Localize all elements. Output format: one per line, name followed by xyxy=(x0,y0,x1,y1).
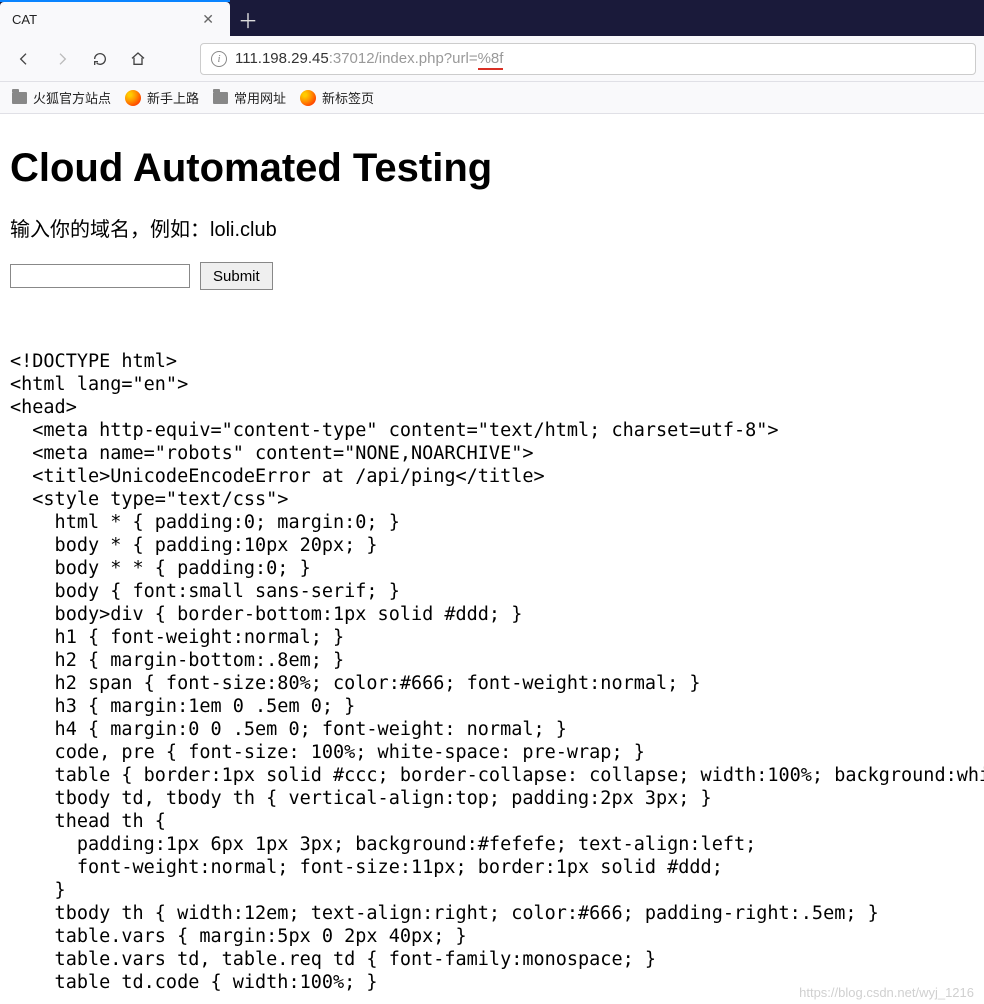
firefox-icon xyxy=(125,90,141,106)
bookmark-label: 常用网址 xyxy=(234,88,286,107)
bookmark-label: 火狐官方站点 xyxy=(33,88,111,107)
active-tab-accent xyxy=(0,0,230,2)
forward-button[interactable] xyxy=(46,43,78,75)
home-button[interactable] xyxy=(122,43,154,75)
bookmark-item-3[interactable]: 新标签页 xyxy=(300,88,374,107)
url-text: 111.198.29.45:37012/index.php?url=%8f xyxy=(235,50,965,67)
browser-chrome: CAT ✕ ＋ i 111.198.29.45:37012/index.php?… xyxy=(0,0,984,114)
page-title: Cloud Automated Testing xyxy=(10,146,974,191)
url-path: :37012/index.php?url= xyxy=(329,50,478,67)
bookmarks-bar: 火狐官方站点 新手上路 常用网址 新标签页 xyxy=(0,82,984,114)
submit-button[interactable]: Submit xyxy=(200,262,273,290)
info-icon[interactable]: i xyxy=(211,51,227,67)
tab-strip: CAT ✕ ＋ xyxy=(0,0,984,36)
bookmark-item-2[interactable]: 常用网址 xyxy=(213,88,286,107)
bookmark-item-1[interactable]: 新手上路 xyxy=(125,88,199,107)
bookmark-label: 新手上路 xyxy=(147,88,199,107)
domain-prompt: 输入你的域名，例如：loli.club xyxy=(10,213,974,242)
close-icon[interactable]: ✕ xyxy=(198,9,218,30)
back-button[interactable] xyxy=(8,43,40,75)
folder-icon xyxy=(213,92,228,104)
firefox-icon xyxy=(300,90,316,106)
reload-button[interactable] xyxy=(84,43,116,75)
nav-toolbar: i 111.198.29.45:37012/index.php?url=%8f xyxy=(0,36,984,82)
bookmark-item-0[interactable]: 火狐官方站点 xyxy=(12,88,111,107)
url-query-highlight: %8f xyxy=(478,50,504,70)
browser-tab[interactable]: CAT ✕ xyxy=(0,2,230,36)
url-bar[interactable]: i 111.198.29.45:37012/index.php?url=%8f xyxy=(200,43,976,75)
tab-title: CAT xyxy=(12,12,198,27)
raw-response-output: <!DOCTYPE html> <html lang="en"> <head> … xyxy=(10,350,974,994)
folder-icon xyxy=(12,92,27,104)
domain-input[interactable] xyxy=(10,264,190,288)
new-tab-button[interactable]: ＋ xyxy=(230,2,266,36)
bookmark-label: 新标签页 xyxy=(322,88,374,107)
watermark: https://blog.csdn.net/wyj_1216 xyxy=(799,985,974,1000)
url-host: 111.198.29.45 xyxy=(235,50,329,67)
domain-form: Submit xyxy=(10,262,974,290)
page-content: Cloud Automated Testing 输入你的域名，例如：loli.c… xyxy=(0,114,984,1004)
